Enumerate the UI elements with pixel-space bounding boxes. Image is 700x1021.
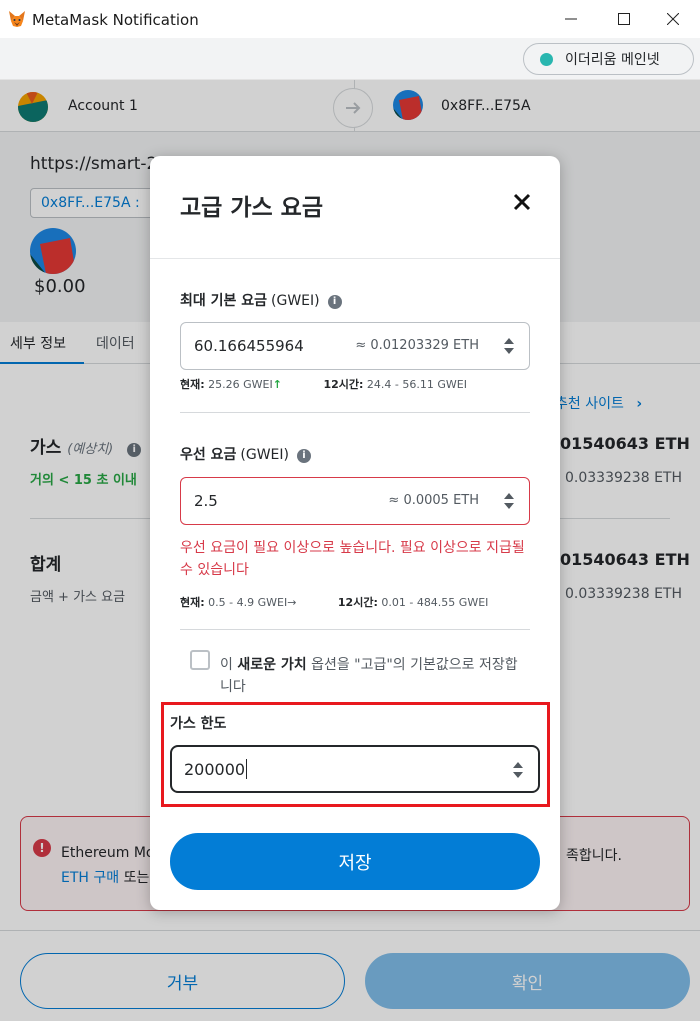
minimize-button[interactable]: [557, 6, 585, 32]
max-base-fee-meta: 현재: 25.26 GWEI↑ 12시간: 24.4 - 56.11 GWEI: [180, 376, 467, 392]
max-base-fee-value[interactable]: 60.166455964: [194, 337, 304, 355]
twelve-hour-label: 12시간:: [323, 378, 364, 391]
gas-limit-input[interactable]: 200000: [170, 745, 540, 793]
info-icon[interactable]: i: [297, 449, 311, 463]
stepper-icon[interactable]: [503, 491, 515, 511]
window-title: MetaMask Notification: [32, 11, 199, 29]
minimize-icon: [565, 18, 577, 20]
priority-fee-label-text: 우선 요금: [180, 447, 237, 463]
current-priority-fee: 0.5 - 4.9 GWEI: [208, 596, 288, 609]
priority-fee-value[interactable]: 2.5: [194, 492, 218, 510]
max-base-fee-label: 최대 기본 요금 (GWEI) i: [180, 290, 342, 310]
network-selector[interactable]: 이더리움 메인넷: [523, 43, 694, 75]
window-close-button[interactable]: [659, 6, 687, 32]
priority-fee-error: 우선 요금이 필요 이상으로 높습니다. 필요 이상으로 지급될 수 있습니다: [180, 540, 525, 578]
priority-fee-label: 우선 요금 (GWEI) i: [180, 444, 311, 464]
window-titlebar: MetaMask Notification: [0, 0, 700, 38]
network-bar: 이더리움 메인넷: [0, 38, 700, 80]
stepper-icon[interactable]: [512, 760, 524, 780]
priority-fee-eth: ≈ 0.0005 ETH: [388, 493, 479, 508]
close-icon: [513, 193, 531, 211]
max-base-fee-eth: ≈ 0.01203329 ETH: [355, 338, 479, 353]
stepper-icon[interactable]: [503, 336, 515, 356]
save-default-checkbox[interactable]: [190, 650, 210, 670]
gas-limit-label: 가스 한도: [170, 716, 227, 732]
gas-limit-value-text: 200000: [184, 760, 246, 779]
priority-fee-input[interactable]: 2.5 ≈ 0.0005 ETH: [180, 477, 530, 525]
twelve-hour-range: 0.01 - 484.55 GWEI: [381, 596, 489, 609]
priority-fee-meta: 현재: 0.5 - 4.9 GWEI→ 12시간: 0.01 - 484.55 …: [180, 594, 488, 610]
twelve-hour-label: 12시간:: [337, 596, 378, 609]
advanced-gas-fee-modal: 고급 가스 요금 최대 기본 요금 (GWEI) i 60.166455964 ≈ …: [150, 156, 560, 910]
current-label: 현재:: [180, 378, 205, 391]
max-base-fee-input[interactable]: 60.166455964 ≈ 0.01203329 ETH: [180, 322, 530, 370]
arrow-right-icon: →: [287, 596, 297, 609]
checkbox-text-bold: 새로운 가치: [237, 657, 307, 673]
modal-header-divider: [150, 258, 560, 259]
modal-title: 고급 가스 요금: [180, 195, 323, 221]
close-icon: [667, 13, 679, 25]
network-status-dot: [540, 52, 553, 66]
info-icon[interactable]: i: [327, 295, 342, 309]
save-default-label[interactable]: 이 새로운 가치 옵션을 "고급"의 기본값으로 저장합니다: [220, 654, 530, 698]
section-divider: [180, 629, 530, 630]
modal-close-button[interactable]: [510, 190, 534, 214]
maximize-button[interactable]: [610, 6, 638, 32]
priority-fee-unit: (GWEI): [240, 447, 289, 463]
max-base-fee-unit: (GWEI): [271, 293, 320, 309]
maximize-icon: [618, 13, 630, 25]
section-divider: [180, 412, 530, 413]
save-button[interactable]: 저장: [170, 833, 540, 890]
gas-limit-value[interactable]: 200000: [184, 759, 248, 779]
current-label: 현재:: [180, 596, 205, 609]
metamask-fox-icon: [9, 11, 25, 27]
arrow-up-icon: ↑: [272, 378, 282, 391]
max-base-fee-label-text: 최대 기본 요금: [180, 293, 268, 309]
text-caret: [246, 759, 248, 779]
current-base-fee: 25.26 GWEI: [208, 378, 273, 391]
checkbox-text-prefix: 이: [220, 657, 238, 673]
network-label: 이더리움 메인넷: [565, 52, 660, 68]
twelve-hour-range: 24.4 - 56.11 GWEI: [366, 378, 467, 391]
